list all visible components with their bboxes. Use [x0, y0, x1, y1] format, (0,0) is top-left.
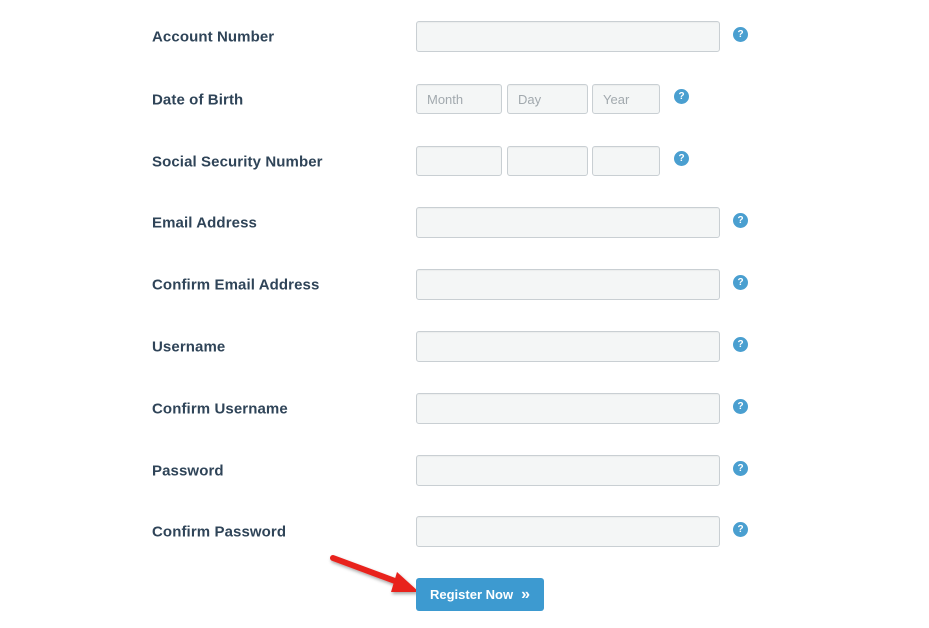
help-icon[interactable]: ? [674, 151, 689, 166]
row-username: Username ? [0, 331, 929, 363]
row-confirm-username: Confirm Username ? [0, 393, 929, 425]
password-input[interactable] [416, 455, 720, 486]
label-confirm-password: Confirm Password [152, 523, 287, 541]
help-icon[interactable]: ? [733, 213, 748, 228]
ssn-part1-input[interactable] [416, 146, 502, 176]
label-date-of-birth: Date of Birth [152, 91, 244, 109]
help-icon[interactable]: ? [733, 337, 748, 352]
registration-form: Account Number ? Date of Birth ? Social … [0, 0, 929, 628]
ssn-part3-input[interactable] [592, 146, 660, 176]
username-input[interactable] [416, 331, 720, 362]
help-icon[interactable]: ? [733, 399, 748, 414]
row-date-of-birth: Date of Birth ? [0, 84, 929, 116]
help-icon[interactable]: ? [733, 522, 748, 537]
register-now-label: Register Now [430, 587, 514, 602]
row-ssn: Social Security Number ? [0, 146, 929, 178]
help-icon[interactable]: ? [733, 461, 748, 476]
row-confirm-email: Confirm Email Address ? [0, 269, 929, 301]
confirm-username-input[interactable] [416, 393, 720, 424]
label-confirm-username: Confirm Username [152, 400, 288, 418]
label-username: Username [152, 338, 226, 356]
label-password: Password [152, 462, 224, 480]
confirm-password-input[interactable] [416, 516, 720, 547]
help-icon[interactable]: ? [674, 89, 689, 104]
register-now-button[interactable]: Register Now » [416, 578, 544, 611]
dob-day-input[interactable] [507, 84, 588, 114]
dob-year-input[interactable] [592, 84, 660, 114]
dob-month-input[interactable] [416, 84, 502, 114]
label-confirm-email: Confirm Email Address [152, 276, 320, 294]
red-arrow-icon [330, 555, 419, 592]
label-account-number: Account Number [152, 28, 275, 46]
double-chevron-right-icon: » [521, 585, 530, 603]
confirm-email-input[interactable] [416, 269, 720, 300]
help-icon[interactable]: ? [733, 275, 748, 290]
help-icon[interactable]: ? [733, 27, 748, 42]
account-number-input[interactable] [416, 21, 720, 52]
row-password: Password ? [0, 455, 929, 487]
label-ssn: Social Security Number [152, 153, 323, 171]
row-account-number: Account Number ? [0, 21, 929, 53]
label-email: Email Address [152, 214, 257, 232]
row-email: Email Address ? [0, 207, 929, 239]
row-confirm-password: Confirm Password ? [0, 516, 929, 548]
email-input[interactable] [416, 207, 720, 238]
ssn-part2-input[interactable] [507, 146, 588, 176]
